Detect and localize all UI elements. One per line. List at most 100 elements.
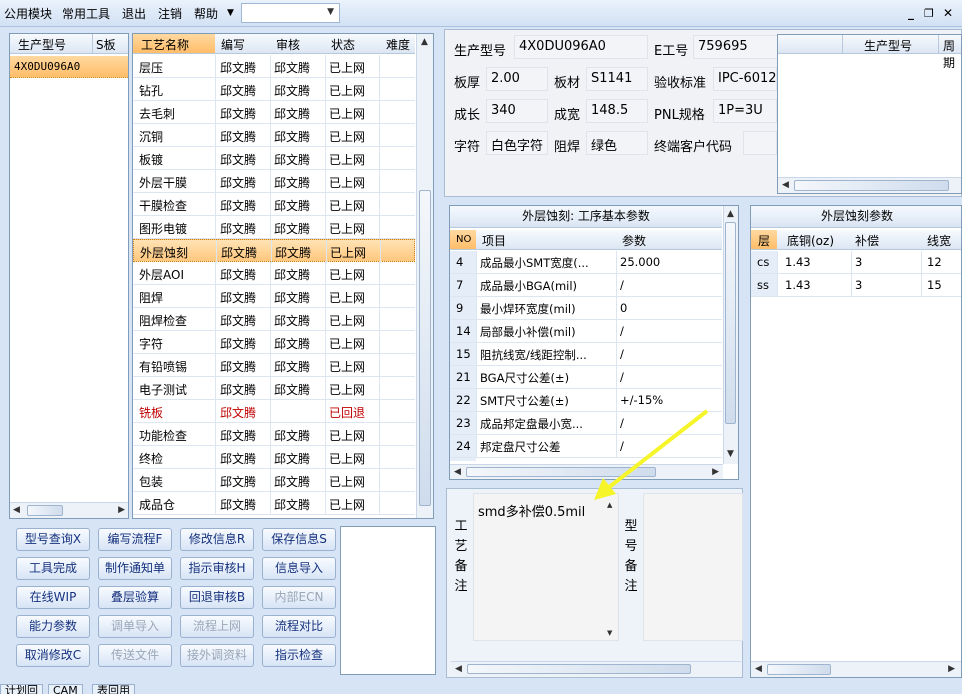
char-field[interactable]: 白色字符 bbox=[486, 131, 548, 155]
process-row[interactable]: 沉铜 邱文腾 邱文腾 已上网 bbox=[133, 124, 415, 147]
col-s-board[interactable]: S板 bbox=[96, 36, 116, 53]
close-icon[interactable]: ✕ bbox=[943, 6, 953, 20]
minimize-icon[interactable]: _ bbox=[908, 6, 914, 20]
etch-param-row[interactable]: 9 最小焊环宽度(mil) 0 bbox=[450, 297, 722, 320]
col-status[interactable]: 状态 bbox=[331, 36, 355, 53]
scroll-down-icon[interactable]: ▼ bbox=[607, 629, 612, 637]
scroll-right-icon[interactable]: ▶ bbox=[118, 505, 125, 515]
col-reviewer[interactable]: 审核 bbox=[276, 36, 300, 53]
col-writer[interactable]: 编写 bbox=[221, 36, 245, 53]
process-row[interactable]: 去毛刺 邱文腾 邱文腾 已上网 bbox=[133, 101, 415, 124]
process-row[interactable]: 钻孔 邱文腾 邱文腾 已上网 bbox=[133, 78, 415, 101]
process-row[interactable]: 层压 邱文腾 邱文腾 已上网 bbox=[133, 55, 415, 78]
width-field[interactable]: 148.5 bbox=[586, 99, 648, 123]
process-row[interactable]: 字符 邱文腾 邱文腾 已上网 bbox=[133, 331, 415, 354]
process-row[interactable]: 阻焊 邱文腾 邱文腾 已上网 bbox=[133, 285, 415, 308]
action-button[interactable]: 叠层验算 bbox=[98, 586, 172, 609]
etch-param-row[interactable]: 15 阻抗线宽/线距控制... / bbox=[450, 343, 722, 366]
col-width[interactable]: 线宽 bbox=[927, 232, 951, 249]
product-row[interactable]: 4X0DU096A0 bbox=[10, 56, 128, 78]
action-button[interactable]: 保存信息S bbox=[262, 528, 336, 551]
scroll-up-icon[interactable]: ▲ bbox=[421, 37, 428, 47]
mask-field[interactable]: 绿色 bbox=[586, 131, 648, 155]
process-row[interactable]: 板镀 邱文腾 邱文腾 已上网 bbox=[133, 147, 415, 170]
col-model[interactable]: 生产型号 bbox=[18, 36, 66, 53]
standard-field[interactable]: IPC-6012 bbox=[713, 67, 777, 91]
process-row[interactable]: 干膜检查 邱文腾 邱文腾 已上网 bbox=[133, 193, 415, 216]
length-field[interactable]: 340 bbox=[486, 99, 548, 123]
toolbar-combo[interactable]: ▼ bbox=[241, 3, 340, 23]
menu-public-modules[interactable]: 公用模块 bbox=[4, 5, 52, 22]
action-button[interactable]: 流程上网 bbox=[180, 615, 254, 638]
action-button[interactable]: 传送文件 bbox=[98, 644, 172, 667]
process-row[interactable]: 铣板 邱文腾 已回退 bbox=[133, 400, 415, 423]
help-dropdown-icon[interactable]: ▼ bbox=[227, 8, 234, 18]
process-row[interactable]: 外层蚀刻 邱文腾 邱文腾 已上网 bbox=[133, 239, 415, 263]
action-button[interactable]: 在线WIP bbox=[16, 586, 90, 609]
etch-param-row[interactable]: 4 成品最小SMT宽度(... 25.000 bbox=[450, 251, 722, 274]
scroll-left-icon[interactable]: ◀ bbox=[454, 467, 461, 477]
bottom-tab-cam[interactable]: CAM bbox=[48, 684, 83, 694]
scroll-thumb[interactable] bbox=[767, 664, 831, 675]
bottom-tab-plan[interactable]: 计划回 bbox=[0, 684, 43, 694]
action-button[interactable]: 流程对比 bbox=[262, 615, 336, 638]
col-copper[interactable]: 底铜(oz) bbox=[787, 232, 834, 249]
etch-vscrollbar[interactable]: ▲ ▼ bbox=[723, 206, 738, 464]
product-list-hscrollbar[interactable]: ◀ ▶ bbox=[10, 502, 128, 518]
etch-layer-row[interactable]: ss 1.43 3 15 bbox=[751, 274, 961, 297]
action-button[interactable]: 工具完成 bbox=[16, 557, 90, 580]
col-param[interactable]: 参数 bbox=[622, 232, 646, 249]
etch-param-row[interactable]: 21 BGA尺寸公差(±) / bbox=[450, 366, 722, 389]
action-button[interactable]: 内部ECN bbox=[262, 586, 336, 609]
col-layer[interactable]: 层 bbox=[758, 232, 770, 249]
process-row[interactable]: 终检 邱文腾 邱文腾 已上网 bbox=[133, 446, 415, 469]
menu-common-tools[interactable]: 常用工具 bbox=[62, 5, 110, 22]
scroll-left-icon[interactable]: ◀ bbox=[755, 664, 762, 674]
model-notes-textarea[interactable] bbox=[643, 493, 743, 641]
process-row[interactable]: 阻焊检查 邱文腾 邱文腾 已上网 bbox=[133, 308, 415, 331]
etch-param-row[interactable]: 14 局部最小补偿(mil) / bbox=[450, 320, 722, 343]
action-button[interactable]: 指示检查 bbox=[262, 644, 336, 667]
scroll-down-icon[interactable]: ▼ bbox=[727, 449, 734, 459]
menu-exit[interactable]: 退出 bbox=[122, 5, 146, 22]
scroll-left-icon[interactable]: ◀ bbox=[13, 505, 20, 515]
action-button[interactable]: 取消修改C bbox=[16, 644, 90, 667]
col-mini-period[interactable]: 周期 bbox=[943, 37, 961, 71]
scroll-left-icon[interactable]: ◀ bbox=[782, 180, 789, 190]
action-button[interactable]: 回退审核B bbox=[180, 586, 254, 609]
scroll-thumb[interactable] bbox=[419, 190, 431, 506]
col-comp[interactable]: 补偿 bbox=[855, 232, 879, 249]
mini-table-hscrollbar[interactable]: ◀ bbox=[778, 177, 961, 193]
scroll-thumb[interactable] bbox=[467, 664, 691, 674]
etch-layer-row[interactable]: cs 1.43 3 12 bbox=[751, 251, 961, 274]
action-button[interactable]: 编写流程F bbox=[98, 528, 172, 551]
process-row[interactable]: 图形电镀 邱文腾 邱文腾 已上网 bbox=[133, 216, 415, 239]
model-field[interactable]: 4X0DU096A0 bbox=[514, 35, 648, 59]
process-row[interactable]: 电子测试 邱文腾 邱文腾 已上网 bbox=[133, 377, 415, 400]
action-button[interactable]: 指示审核H bbox=[180, 557, 254, 580]
scroll-thumb[interactable] bbox=[725, 222, 736, 424]
col-mini-model[interactable]: 生产型号 bbox=[864, 37, 912, 54]
pnl-field[interactable]: 1P=3U bbox=[713, 99, 777, 123]
col-process-name[interactable]: 工艺名称 bbox=[141, 36, 189, 53]
action-button[interactable]: 接外调资料 bbox=[180, 644, 254, 667]
menu-help[interactable]: 帮助 bbox=[194, 5, 218, 22]
action-button[interactable]: 型号查询X bbox=[16, 528, 90, 551]
action-button[interactable]: 制作通知单 bbox=[98, 557, 172, 580]
restore-icon[interactable]: ❐ bbox=[924, 7, 934, 20]
col-no[interactable]: NO bbox=[456, 234, 471, 245]
col-item[interactable]: 项目 bbox=[482, 232, 506, 249]
material-field[interactable]: S1141 bbox=[586, 67, 648, 91]
notes-hscrollbar[interactable]: ◀ bbox=[451, 661, 741, 676]
scroll-thumb[interactable] bbox=[794, 180, 949, 191]
process-row[interactable]: 外层干膜 邱文腾 邱文腾 已上网 bbox=[133, 170, 415, 193]
process-vscrollbar[interactable]: ▲ bbox=[416, 34, 433, 518]
action-button[interactable]: 调单导入 bbox=[98, 615, 172, 638]
thickness-field[interactable]: 2.00 bbox=[486, 67, 548, 91]
scroll-left-icon[interactable]: ◀ bbox=[455, 664, 462, 674]
process-notes-textarea[interactable]: smd多补偿0.5mil ▲ ▼ bbox=[473, 493, 619, 641]
process-row[interactable]: 有铅喷锡 邱文腾 邱文腾 已上网 bbox=[133, 354, 415, 377]
process-row[interactable]: 成品仓 邱文腾 邱文腾 已上网 bbox=[133, 492, 415, 515]
process-row[interactable]: 包装 邱文腾 邱文腾 已上网 bbox=[133, 469, 415, 492]
scroll-right-icon[interactable]: ▶ bbox=[948, 664, 955, 674]
